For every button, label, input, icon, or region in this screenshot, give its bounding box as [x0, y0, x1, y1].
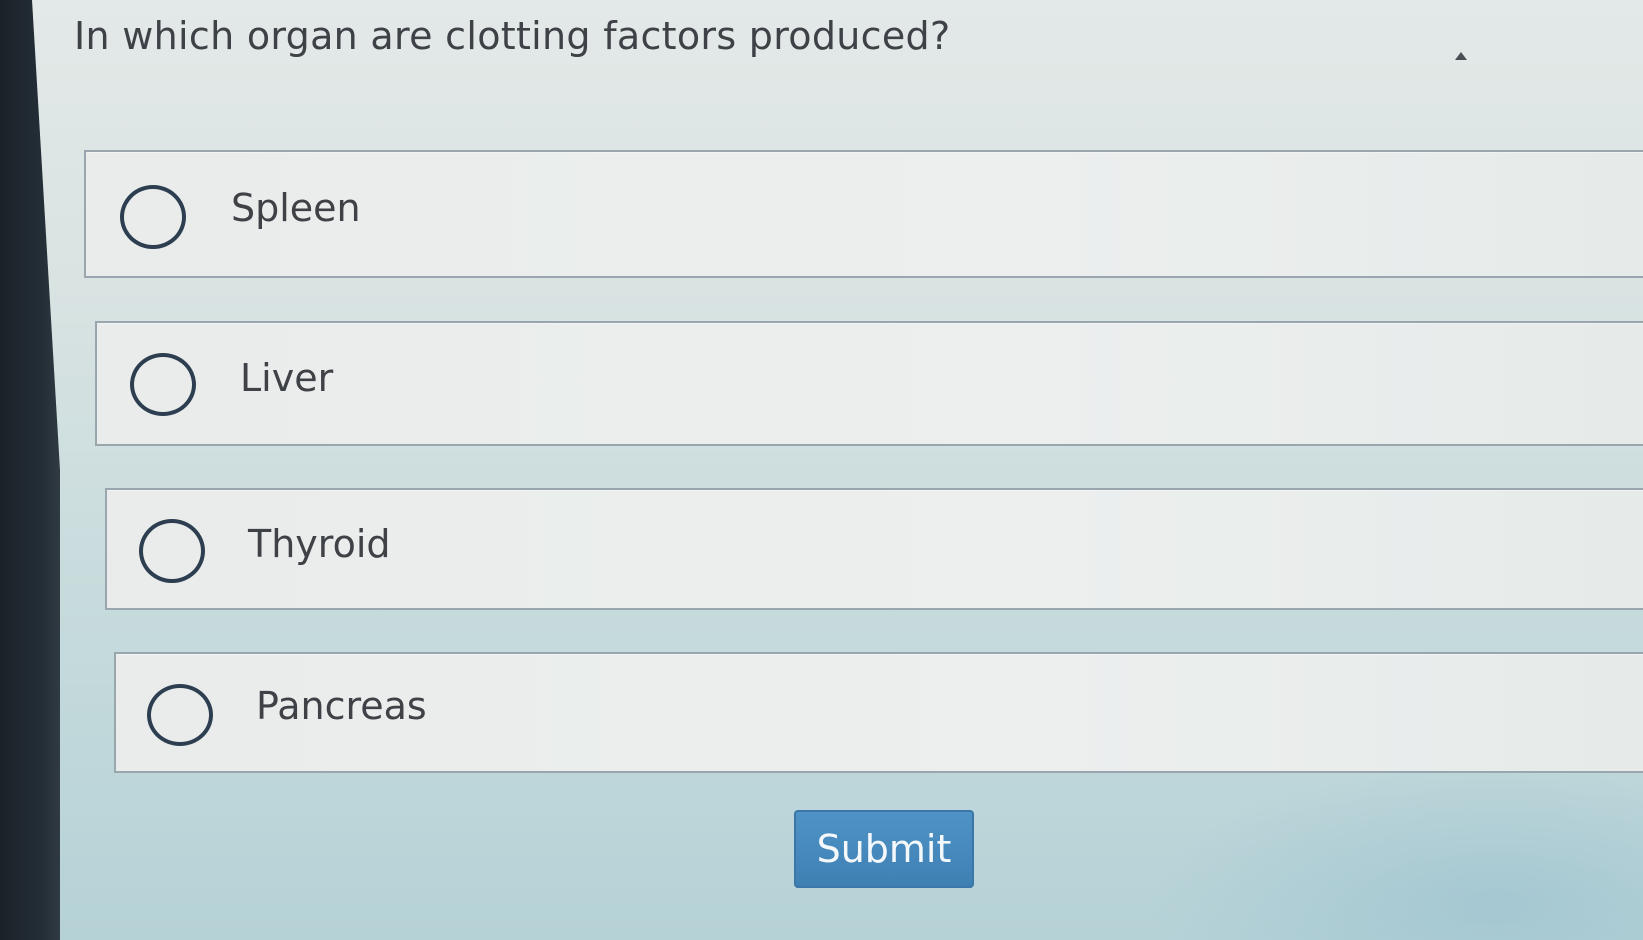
- screen-glare: [1150, 760, 1643, 940]
- answer-option-thyroid[interactable]: Thyroid: [105, 488, 1643, 610]
- answer-option-liver[interactable]: Liver: [95, 321, 1643, 446]
- radio-unchecked-icon[interactable]: [120, 185, 186, 249]
- answer-option-spleen[interactable]: Spleen: [84, 150, 1643, 278]
- radio-unchecked-icon[interactable]: [139, 519, 205, 583]
- answer-option-label: Pancreas: [256, 684, 427, 728]
- caret-up-icon[interactable]: [1455, 52, 1467, 60]
- submit-button[interactable]: Submit: [794, 810, 974, 888]
- answer-option-label: Spleen: [231, 186, 361, 230]
- question-text: In which organ are clotting factors prod…: [74, 14, 951, 58]
- monitor-bezel: [0, 0, 60, 940]
- answer-option-label: Thyroid: [248, 522, 391, 566]
- radio-unchecked-icon[interactable]: [130, 353, 196, 416]
- radio-unchecked-icon[interactable]: [147, 684, 213, 746]
- answer-option-label: Liver: [240, 356, 334, 400]
- answer-option-pancreas[interactable]: Pancreas: [114, 652, 1643, 773]
